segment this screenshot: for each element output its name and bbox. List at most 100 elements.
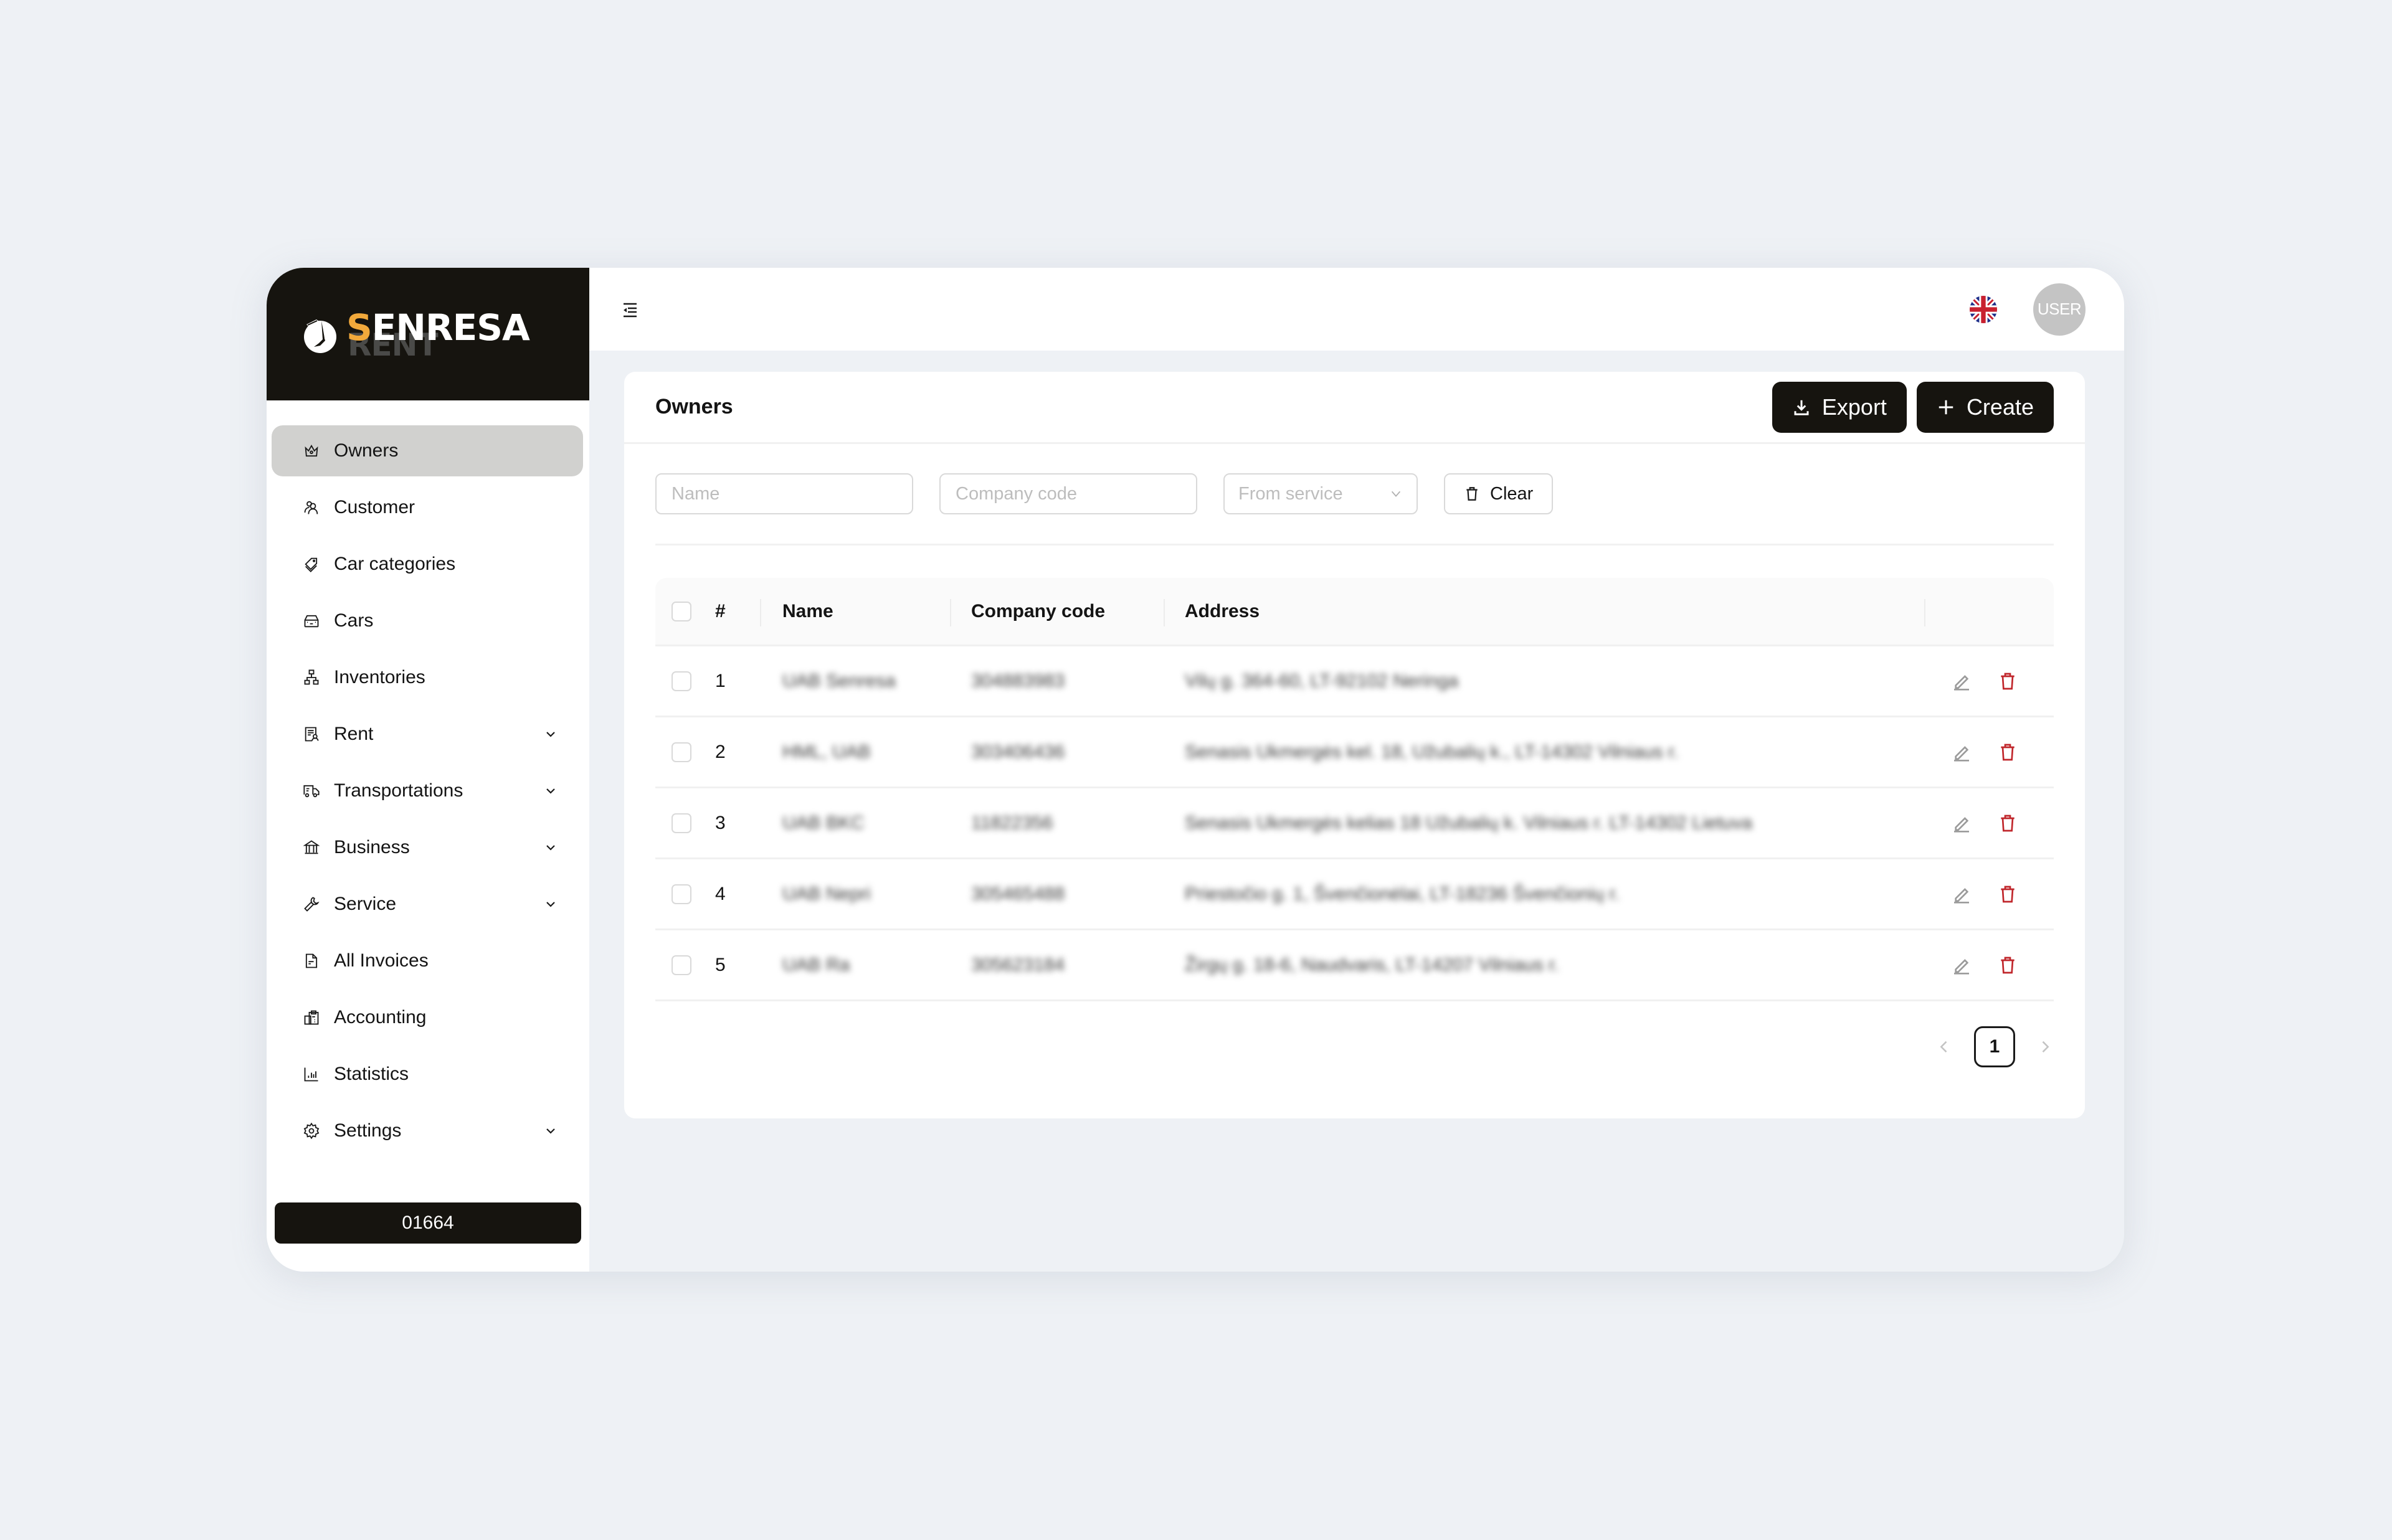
- row-checkbox[interactable]: [672, 884, 691, 904]
- language-selector[interactable]: [1970, 295, 1997, 323]
- previous-page-button[interactable]: [1935, 1038, 1953, 1056]
- chevron-down-icon[interactable]: [543, 1123, 558, 1138]
- sidebar-nav: Owners Customer Car categories Cars Inve…: [267, 400, 589, 1156]
- from-service-select[interactable]: From service: [1223, 473, 1418, 514]
- row-number: 4: [715, 883, 726, 904]
- collapse-sidebar-button[interactable]: [620, 300, 639, 319]
- gear-icon: [303, 1122, 320, 1140]
- sidebar-item-label: Owners: [334, 440, 399, 461]
- hierarchy-icon: [303, 669, 320, 686]
- wrench-icon: [303, 895, 320, 913]
- sidebar-item-business[interactable]: Business: [272, 822, 583, 873]
- user-avatar[interactable]: USER: [2033, 283, 2086, 336]
- version-badge[interactable]: 01664: [275, 1202, 581, 1244]
- delete-button[interactable]: [1998, 742, 2018, 762]
- delete-button[interactable]: [1998, 884, 2018, 904]
- chevron-down-icon[interactable]: [543, 783, 558, 798]
- sidebar-item-cars[interactable]: Cars: [272, 595, 583, 646]
- pencil-icon: [1954, 745, 1969, 762]
- brand-accent-letter: S: [346, 306, 373, 349]
- sidebar-item-label: All Invoices: [334, 950, 429, 971]
- sidebar-item-accounting[interactable]: Accounting: [272, 992, 583, 1043]
- sidebar-item-statistics[interactable]: Statistics: [272, 1049, 583, 1100]
- sidebar-item-rent[interactable]: Rent: [272, 709, 583, 760]
- app-window: SENRESA RENT Owners Customer Car categor…: [267, 268, 2124, 1272]
- sidebar-item-all-invoices[interactable]: All Invoices: [272, 935, 583, 986]
- row-number: 1: [715, 670, 726, 691]
- chevron-left-icon: [1940, 1041, 1947, 1053]
- sidebar-item-label: Service: [334, 894, 397, 914]
- row-checkbox[interactable]: [672, 671, 691, 691]
- from-service-placeholder: From service: [1238, 483, 1343, 504]
- sidebar-item-owners[interactable]: Owners: [272, 425, 583, 476]
- chevron-right-icon: [2042, 1041, 2049, 1053]
- chevron-down-icon[interactable]: [543, 897, 558, 912]
- clear-filters-button[interactable]: Clear: [1444, 473, 1554, 514]
- company-code: 305465488: [971, 883, 1065, 904]
- crown-icon: [303, 442, 320, 460]
- sidebar-item-label: Inventories: [334, 667, 425, 687]
- owner-name: UAB Ra: [782, 954, 850, 975]
- table-row: 5 UAB Ra 305623184 Žirgų g. 18-6, Naudva…: [655, 930, 2054, 1001]
- row-checkbox[interactable]: [672, 742, 691, 762]
- filter-bar: From service Clear: [655, 444, 2054, 546]
- company-code: 304883983: [971, 670, 1065, 691]
- trash-icon: [2001, 673, 2015, 689]
- plus-icon: [1939, 400, 1953, 414]
- edit-button[interactable]: [1952, 884, 1972, 904]
- bar-chart-icon: [303, 1065, 320, 1083]
- sidebar-item-label: Cars: [334, 610, 374, 631]
- column-header-actions: [1924, 578, 2054, 645]
- edit-button[interactable]: [1952, 671, 1972, 691]
- export-button-label: Export: [1821, 394, 1887, 420]
- column-header-company-code[interactable]: Company code: [950, 578, 1164, 645]
- row-checkbox[interactable]: [672, 955, 691, 975]
- address: Žirgų g. 18-6, Naudvaris, LT-14207 Vilni…: [1185, 954, 1559, 975]
- download-icon: [1794, 400, 1809, 415]
- delete-button[interactable]: [1998, 813, 2018, 833]
- sidebar: SENRESA RENT Owners Customer Car categor…: [267, 268, 589, 1272]
- brand-logo[interactable]: SENRESA RENT: [267, 268, 589, 400]
- table-row: 3 UAB BKC 11822356 Senasis Ukmergės keli…: [655, 788, 2054, 859]
- page-number-current[interactable]: 1: [1974, 1026, 2015, 1067]
- column-header-name[interactable]: Name: [760, 578, 950, 645]
- sidebar-item-label: Transportations: [334, 780, 463, 801]
- select-all-checkbox[interactable]: [672, 601, 691, 621]
- sidebar-item-settings[interactable]: Settings: [272, 1105, 583, 1156]
- next-page-button[interactable]: [2036, 1038, 2054, 1056]
- sidebar-item-service[interactable]: Service: [272, 879, 583, 930]
- uk-flag-icon: [1970, 295, 1997, 323]
- pencil-icon: [1954, 958, 1969, 975]
- file-icon: [303, 952, 320, 970]
- sidebar-item-customer[interactable]: Customer: [272, 482, 583, 533]
- row-checkbox[interactable]: [672, 813, 691, 833]
- edit-button[interactable]: [1952, 955, 1972, 975]
- create-button[interactable]: Create: [1916, 381, 2054, 433]
- chevron-down-icon[interactable]: [543, 840, 558, 855]
- column-header-address[interactable]: Address: [1164, 578, 1924, 645]
- edit-button[interactable]: [1952, 813, 1972, 833]
- edit-button[interactable]: [1952, 742, 1972, 762]
- export-button[interactable]: Export: [1772, 381, 1907, 433]
- table-row: 4 UAB Nepri 305465488 Priestočio g. 1, Š…: [655, 859, 2054, 930]
- sidebar-item-car-categories[interactable]: Car categories: [272, 539, 583, 590]
- logo-mark-icon: [304, 319, 336, 353]
- company-code: 303406436: [971, 741, 1065, 762]
- address: Vilų g. 364-60, LT-92102 Neringa: [1185, 670, 1459, 691]
- company-code-filter-input[interactable]: [939, 473, 1197, 514]
- chevron-down-icon[interactable]: [543, 727, 558, 742]
- sidebar-item-inventories[interactable]: Inventories: [272, 652, 583, 703]
- sidebar-item-label: Business: [334, 837, 410, 857]
- name-filter-input[interactable]: [655, 473, 913, 514]
- company-code: 305623184: [971, 954, 1065, 975]
- pencil-icon: [1954, 887, 1969, 904]
- delete-button[interactable]: [1998, 955, 2018, 975]
- sidebar-item-label: Statistics: [334, 1064, 409, 1084]
- tags-icon: [303, 555, 320, 573]
- owner-name: UAB BKC: [782, 812, 865, 833]
- column-header-number: #: [715, 600, 726, 621]
- delete-button[interactable]: [1998, 671, 2018, 691]
- owners-table: # Name Company code Address 1 UAB Senres…: [655, 578, 2054, 1001]
- contract-icon: [303, 725, 320, 743]
- sidebar-item-transportations[interactable]: Transportations: [272, 765, 583, 816]
